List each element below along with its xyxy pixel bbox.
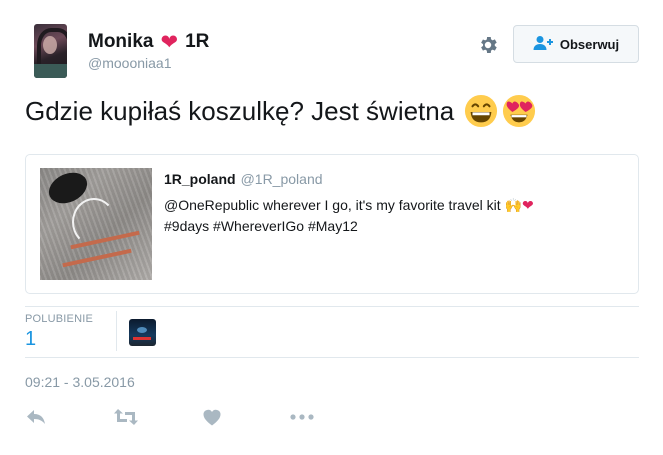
quoted-tweet-handle: @1R_poland [240,171,323,187]
author-name-suffix[interactable]: 1R [185,31,209,53]
quoted-tweet-name: 1R_poland [164,171,236,187]
quoted-tweet-line2: #9days #WhereverIGo #May12 [164,218,358,234]
more-icon[interactable] [289,406,315,428]
grinning-face-icon [465,94,498,128]
author-name[interactable]: Monika [88,31,153,53]
heart-icon: ❤ [160,30,179,54]
tweet-text-body: Gdzie kupiłaś koszulkę? Jest świetna [25,95,455,126]
liker-avatar[interactable] [129,319,156,346]
tweet-timestamp[interactable]: 09:21 - 3.05.2016 [25,374,135,390]
like-icon[interactable] [200,406,224,428]
quoted-tweet-text: @OneRepublic wherever I go, it's my favo… [164,195,614,237]
tweet-text: Gdzie kupiłaś koszulkę? Jest świetna [25,94,536,128]
follow-button-label: Obserwuj [559,36,620,52]
stats-bottom-divider [25,357,639,358]
author-handle[interactable]: @moooniaa1 [88,55,172,71]
author-name-row[interactable]: Monika ❤ 1R [88,29,209,55]
stats-top-divider [25,306,639,307]
stats-separator [116,311,117,351]
quoted-tweet-header: 1R_poland @1R_poland [164,171,323,187]
heart-eyes-face-icon [503,94,536,128]
reply-icon[interactable] [24,406,48,428]
gear-icon[interactable] [477,34,499,56]
quoted-tweet-line1: @OneRepublic wherever I go, it's my favo… [164,197,501,213]
likes-count[interactable]: 1 [25,328,36,351]
follow-button[interactable]: Obserwuj [513,25,639,63]
quoted-tweet-card[interactable]: 1R_poland @1R_poland @OneRepublic wherev… [25,154,639,294]
quoted-tweet-line1-emoji: 🙌❤ [504,197,534,213]
follow-person-icon [533,35,553,54]
quoted-tweet-photo[interactable] [40,168,152,280]
retweet-icon[interactable] [112,406,140,428]
author-avatar[interactable] [34,24,67,78]
likes-label[interactable]: POLUBIENIE [25,313,93,325]
